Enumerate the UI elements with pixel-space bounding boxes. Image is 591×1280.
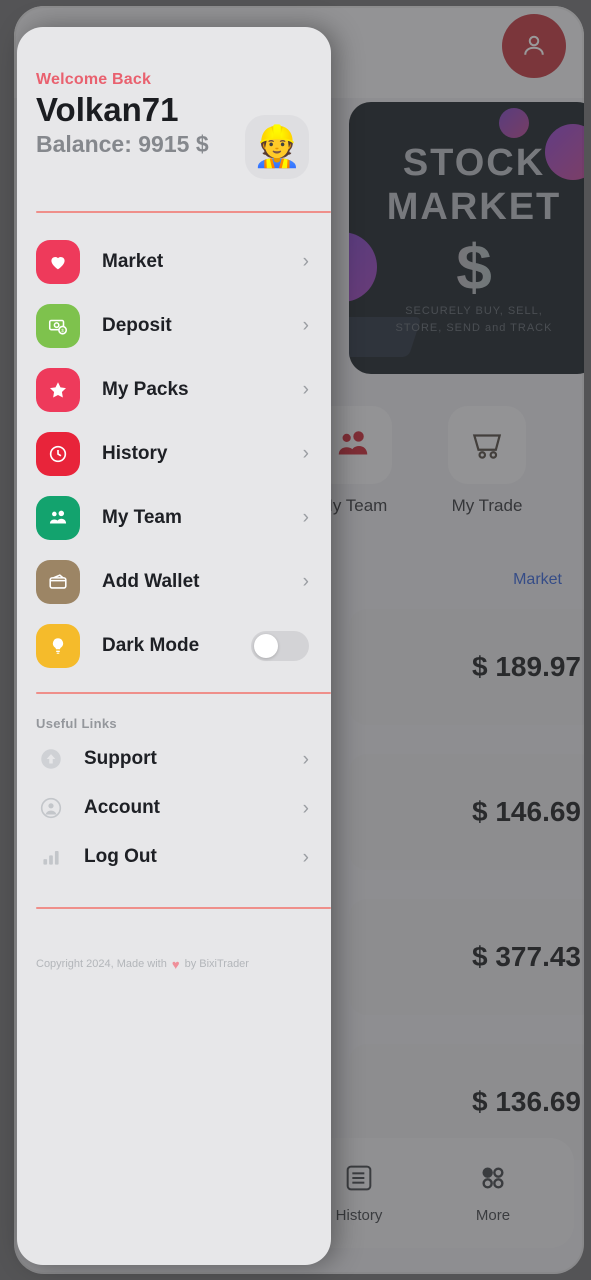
wallet-icon	[36, 559, 80, 604]
useful-links-list: Support › Account › Log Out ›	[17, 735, 331, 882]
link-item-label: Account	[84, 797, 160, 819]
menu-item-label: My Team	[102, 506, 182, 528]
link-item-account[interactable]: Account ›	[36, 784, 331, 833]
chevron-right-icon: ›	[302, 797, 309, 819]
chevron-right-icon: ›	[302, 251, 309, 273]
star-icon	[36, 367, 80, 412]
chevron-right-icon: ›	[302, 443, 309, 465]
person-circle-icon	[36, 793, 66, 823]
chevron-right-icon: ›	[302, 748, 309, 770]
menu-item-my-team[interactable]: My Team ›	[36, 486, 331, 550]
copyright-prefix: Copyright 2024, Made with	[36, 958, 167, 971]
chevron-right-icon: ›	[302, 571, 309, 593]
bulb-icon	[36, 623, 80, 668]
chevron-right-icon: ›	[302, 846, 309, 868]
menu-item-add-wallet[interactable]: Add Wallet ›	[36, 550, 331, 614]
menu-item-history[interactable]: History ›	[36, 422, 331, 486]
menu-item-label: Deposit	[102, 314, 172, 336]
dark-mode-toggle[interactable]	[251, 630, 309, 661]
heart-icon	[36, 239, 80, 284]
menu-item-my-packs[interactable]: My Packs ›	[36, 358, 331, 422]
link-item-label: Support	[84, 748, 157, 770]
construction-worker-emoji: 👷	[245, 115, 309, 179]
link-item-support[interactable]: Support ›	[36, 735, 331, 784]
useful-links-title: Useful Links	[36, 715, 117, 731]
link-item-label: Log Out	[84, 846, 157, 868]
menu-item-label: Dark Mode	[102, 634, 200, 656]
link-item-log-out[interactable]: Log Out ›	[36, 833, 331, 882]
menu-item-label: Market	[102, 250, 164, 272]
divider-bottom	[36, 906, 331, 909]
menu-item-label: My Packs	[102, 378, 189, 400]
menu-item-label: History	[102, 442, 168, 464]
toggle-knob	[254, 633, 278, 658]
menu-item-dark-mode[interactable]: Dark Mode	[36, 614, 331, 678]
app-root: STOCK MARKET $ SECURELY BUY, SELL, STORE…	[0, 0, 591, 1280]
menu-item-market[interactable]: Market ›	[36, 230, 331, 294]
menu-item-deposit[interactable]: $ Deposit ›	[36, 294, 331, 358]
copyright-footer: Copyright 2024, Made with ♥ by BixiTrade…	[36, 957, 331, 972]
chevron-right-icon: ›	[302, 379, 309, 401]
clock-icon	[36, 431, 80, 476]
drawer-menu: Market › $ Deposit › My Packs › History …	[17, 213, 331, 678]
chevron-right-icon: ›	[302, 507, 309, 529]
chevron-right-icon: ›	[302, 315, 309, 337]
divider-middle	[36, 691, 331, 694]
bar-chart-icon	[36, 842, 66, 872]
menu-item-label: Add Wallet	[102, 570, 200, 592]
up-arrow-circle-icon	[36, 744, 66, 774]
money-icon: $	[36, 303, 80, 348]
people-icon	[36, 495, 80, 540]
welcome-label: Welcome Back	[36, 71, 152, 88]
copyright-suffix: by BixiTrader	[184, 958, 249, 971]
navigation-drawer: Welcome Back Volkan71 Balance: 9915 $ 👷 …	[17, 27, 331, 1265]
heart-icon: ♥	[171, 956, 180, 972]
